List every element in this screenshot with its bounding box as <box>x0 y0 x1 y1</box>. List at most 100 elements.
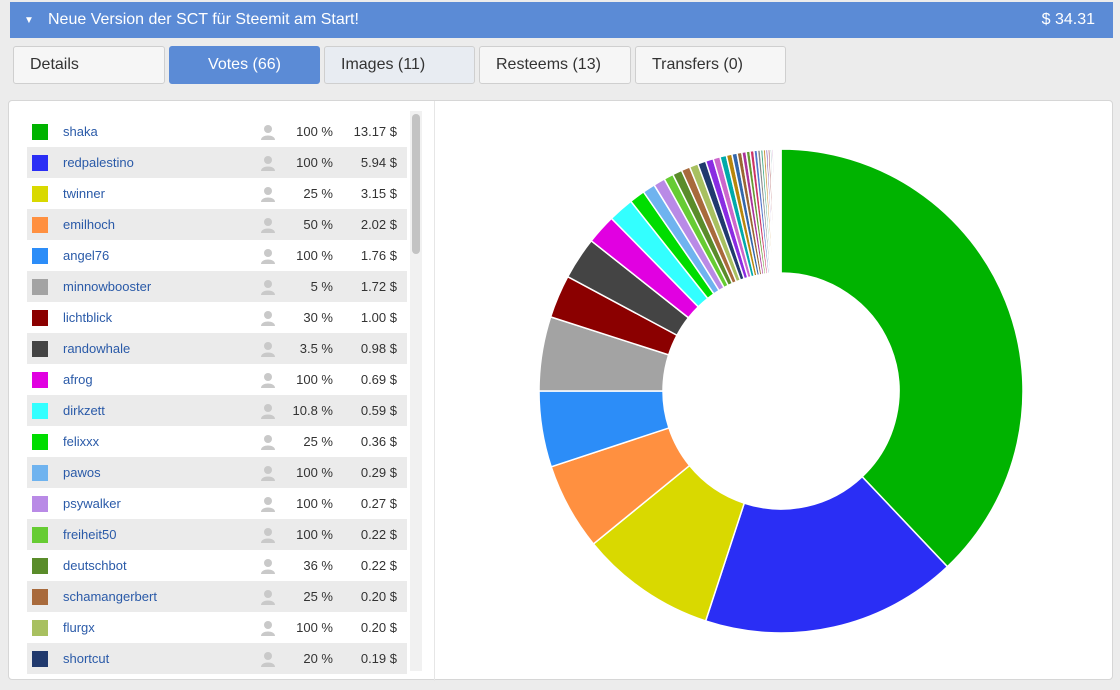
vote-percent: 3.5 % <box>299 341 333 356</box>
vote-value: 13.17 $ <box>353 124 397 139</box>
vote-value: 0.22 $ <box>360 527 397 542</box>
vote-row: dirkzett 10.8 % 0.59 $ <box>27 395 407 426</box>
voter-link[interactable]: lichtblick <box>63 310 253 325</box>
voter-link[interactable]: psywalker <box>63 496 253 511</box>
vote-row: redpalestino 100 % 5.94 $ <box>27 147 407 178</box>
vote-row: minnowbooster 5 % 1.72 $ <box>27 271 407 302</box>
voter-link[interactable]: afrog <box>63 372 253 387</box>
tab-bar: Details Votes (66) Images (11) Resteems … <box>13 46 786 84</box>
user-icon[interactable] <box>253 589 283 605</box>
user-icon[interactable] <box>253 465 283 481</box>
vote-value: 0.29 $ <box>360 465 397 480</box>
vote-value: 3.15 $ <box>360 186 397 201</box>
tab-details[interactable]: Details <box>13 46 165 84</box>
vote-percent: 100 % <box>296 124 333 139</box>
caret-down-icon[interactable]: ▼ <box>24 15 48 26</box>
color-swatch <box>32 278 48 295</box>
voter-link[interactable]: pawos <box>63 465 253 480</box>
user-icon[interactable] <box>253 310 283 326</box>
vote-percent: 10.8 % <box>292 403 333 418</box>
vote-percent: 100 % <box>296 527 333 542</box>
user-icon[interactable] <box>253 186 283 202</box>
votes-panel: shaka 100 % 13.17 $ redpalestino 100 % 5.94 $… <box>8 100 1115 681</box>
vote-value: 5.94 $ <box>360 155 397 170</box>
color-swatch <box>32 433 48 450</box>
vote-value: 0.27 $ <box>360 496 397 511</box>
tab-resteems[interactable]: Resteems (13) <box>479 46 631 84</box>
color-swatch <box>32 154 48 171</box>
vote-value: 0.22 $ <box>360 558 397 573</box>
voter-link[interactable]: angel76 <box>63 248 253 263</box>
color-swatch <box>32 402 48 419</box>
post-payout: $ 34.31 <box>1041 11 1095 28</box>
vote-percent: 36 % <box>303 558 333 573</box>
voter-link[interactable]: deutschbot <box>63 558 253 573</box>
user-icon[interactable] <box>253 155 283 171</box>
post-header[interactable]: ▼ Neue Version der SCT für Steemit am St… <box>10 2 1113 38</box>
voter-link[interactable]: schamangerbert <box>63 589 253 604</box>
color-swatch <box>32 557 48 574</box>
vote-chart <box>434 101 1115 681</box>
color-swatch <box>32 216 48 233</box>
vote-row: randowhale 3.5 % 0.98 $ <box>27 333 407 364</box>
tab-images[interactable]: Images (11) <box>324 46 475 84</box>
color-swatch <box>32 371 48 388</box>
user-icon[interactable] <box>253 279 283 295</box>
vote-row: pawos 100 % 0.29 $ <box>27 457 407 488</box>
vote-value: 0.59 $ <box>360 403 397 418</box>
user-icon[interactable] <box>253 372 283 388</box>
user-icon[interactable] <box>253 558 283 574</box>
voter-link[interactable]: dirkzett <box>63 403 253 418</box>
vote-row: deutschbot 36 % 0.22 $ <box>27 550 407 581</box>
user-icon[interactable] <box>253 217 283 233</box>
vote-value: 2.02 $ <box>360 217 397 232</box>
user-icon[interactable] <box>253 341 283 357</box>
user-icon[interactable] <box>253 434 283 450</box>
vote-list-scrollbar[interactable] <box>410 111 422 671</box>
user-icon[interactable] <box>253 248 283 264</box>
vote-percent: 100 % <box>296 620 333 635</box>
color-swatch <box>32 309 48 326</box>
vote-percent: 25 % <box>303 186 333 201</box>
voter-link[interactable]: twinner <box>63 186 253 201</box>
color-swatch <box>32 495 48 512</box>
user-icon[interactable] <box>253 527 283 543</box>
tab-votes[interactable]: Votes (66) <box>169 46 320 84</box>
voter-link[interactable]: flurgx <box>63 620 253 635</box>
color-swatch <box>32 247 48 264</box>
vote-row: emilhoch 50 % 2.02 $ <box>27 209 407 240</box>
vote-percent: 25 % <box>303 434 333 449</box>
voter-link[interactable]: minnowbooster <box>63 279 253 294</box>
vote-percent: 5 % <box>310 279 333 294</box>
tab-transfers[interactable]: Transfers (0) <box>635 46 786 84</box>
vote-row: angel76 100 % 1.76 $ <box>27 240 407 271</box>
user-icon[interactable] <box>253 651 283 667</box>
vote-row: felixxx 25 % 0.36 $ <box>27 426 407 457</box>
user-icon[interactable] <box>253 124 283 140</box>
vote-value: 0.69 $ <box>360 372 397 387</box>
user-icon[interactable] <box>253 620 283 636</box>
color-swatch <box>32 619 48 636</box>
vote-percent: 100 % <box>296 465 333 480</box>
voter-link[interactable]: redpalestino <box>63 155 253 170</box>
user-icon[interactable] <box>253 403 283 419</box>
voter-link[interactable]: shaka <box>63 124 253 139</box>
vote-percent: 100 % <box>296 372 333 387</box>
voter-link[interactable]: emilhoch <box>63 217 253 232</box>
voter-link[interactable]: randowhale <box>63 341 253 356</box>
donut-chart <box>538 148 1024 634</box>
vote-value: 0.20 $ <box>360 589 397 604</box>
color-swatch <box>32 340 48 357</box>
color-swatch <box>32 526 48 543</box>
color-swatch <box>32 650 48 667</box>
voter-link[interactable]: shortcut <box>63 651 253 666</box>
user-icon[interactable] <box>253 496 283 512</box>
vote-row: flurgx 100 % 0.20 $ <box>27 612 407 643</box>
voter-link[interactable]: freiheit50 <box>63 527 253 542</box>
vote-row: twinner 25 % 3.15 $ <box>27 178 407 209</box>
vote-value: 1.00 $ <box>360 310 397 325</box>
voter-link[interactable]: felixxx <box>63 434 253 449</box>
scrollbar-thumb[interactable] <box>412 114 420 254</box>
vote-row: schamangerbert 25 % 0.20 $ <box>27 581 407 612</box>
vote-percent: 20 % <box>303 651 333 666</box>
